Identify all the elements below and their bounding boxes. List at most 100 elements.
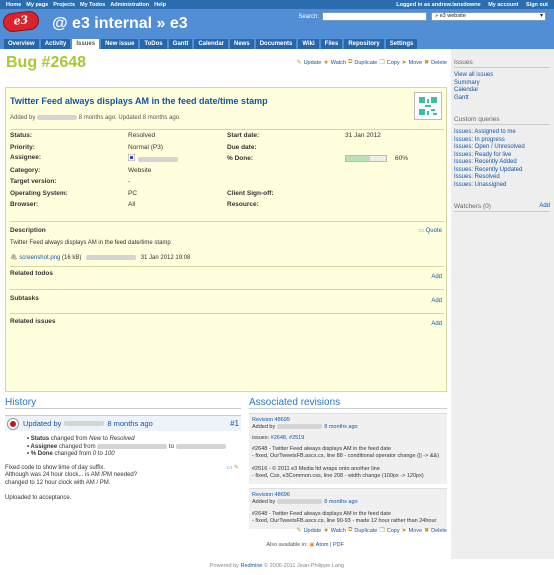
attribute-label: Target version: <box>10 178 57 186</box>
top-menu-item-home[interactable]: Home <box>6 2 21 8</box>
revision-added-label: Added by <box>252 424 276 430</box>
related-issues-divider <box>10 313 444 314</box>
assignee-name-blurred[interactable] <box>138 157 178 163</box>
revision-link[interactable]: Revision 48695 <box>252 417 444 424</box>
attribute-label: Operating System: <box>10 189 68 197</box>
revision-issue-links[interactable]: #2648, #2519 <box>271 435 305 441</box>
sidebar-query-link[interactable]: Issues: Recently Updated <box>454 167 550 175</box>
sign-out-link[interactable]: Sign out <box>526 2 548 8</box>
copy-link[interactable]: Copy <box>387 528 400 534</box>
update-icon: ✎ <box>296 60 302 66</box>
revision-list: Revision 48695 Added by 8 months ago issues… <box>249 413 447 529</box>
top-menu-item-help[interactable]: Help <box>154 2 166 8</box>
tab-overview[interactable]: Overview <box>4 39 39 49</box>
revision-author-blurred[interactable] <box>277 424 323 430</box>
journal-header: Updated by 8 months ago #1 <box>5 415 241 431</box>
delete-link[interactable]: Delete <box>431 528 447 534</box>
add-subtask-link[interactable]: Add <box>431 298 442 304</box>
tab-todos[interactable]: ToDos <box>140 39 167 49</box>
add-related-todo-link[interactable]: Add <box>431 274 442 280</box>
revision-link[interactable]: Revision 48696 <box>252 492 444 499</box>
history-title: History <box>5 397 37 408</box>
edit-note-icon[interactable]: ✎ <box>234 465 239 471</box>
sidebar-queries-title: Custom queries <box>454 116 550 125</box>
attributes-table: Status: Resolved Start date: 31 Jan 2012 Pri… <box>10 129 444 211</box>
quote-note-icon[interactable]: ▭ <box>227 465 233 471</box>
footer-prefix: Powered by <box>209 563 239 569</box>
sidebar-query-link[interactable]: Issues: Recently Added <box>454 159 550 167</box>
duplicate-link[interactable]: Duplicate <box>354 528 377 534</box>
journal-number[interactable]: #1 <box>230 419 239 428</box>
issue-actions-bottom: ✎ Update ★ Watch ⧉ Duplicate ❐ Copy ➤ Move ✖ Delete <box>297 527 447 534</box>
tab-documents[interactable]: Documents <box>255 39 297 49</box>
move-link[interactable]: Move <box>409 60 422 66</box>
revision-author-blurred[interactable] <box>277 499 323 505</box>
delete-link[interactable]: Delete <box>431 60 447 66</box>
update-link[interactable]: Update <box>304 528 322 534</box>
revision-issues-label: issues: <box>252 435 271 441</box>
top-menu-item-my-page[interactable]: My page <box>26 2 48 8</box>
logged-in-text: Logged in as andrew.lansdowne <box>396 2 481 8</box>
move-link[interactable]: Move <box>409 528 422 534</box>
tab-settings[interactable]: Settings <box>385 39 418 49</box>
tab-new-issue[interactable]: New issue <box>101 39 139 49</box>
tab-files[interactable]: Files <box>320 39 343 49</box>
add-watcher-link[interactable]: Add <box>539 203 550 210</box>
tab-calendar[interactable]: Calendar <box>194 39 229 49</box>
atom-link[interactable]: Atom <box>316 542 329 548</box>
attribute-value: 60% <box>345 155 408 162</box>
redmine-link[interactable]: Redmine <box>240 563 262 569</box>
pdf-link[interactable]: PDF <box>333 542 344 548</box>
tab-issues[interactable]: Issues <box>72 39 100 49</box>
top-menu-item-my-todos[interactable]: My Todos <box>80 2 105 8</box>
added-prefix: Added by <box>10 115 36 122</box>
sidebar-query-link[interactable]: Issues: Assigned to me <box>454 129 550 137</box>
author-name-blurred[interactable] <box>37 115 78 120</box>
search-input[interactable] <box>322 12 427 21</box>
watchers-title: Watchers (0) Add <box>454 203 550 212</box>
sidebar-link-summary[interactable]: Summary <box>454 80 550 88</box>
duplicate-link[interactable]: Duplicate <box>354 60 377 66</box>
sidebar-query-link[interactable]: Issues: In progress <box>454 137 550 145</box>
top-menu-item-administration[interactable]: Administration <box>110 2 149 8</box>
attachment-link[interactable]: screenshot.png <box>19 255 60 261</box>
header: e3 @ e3 internal » e3 Search: » e3 websi… <box>0 9 554 37</box>
also-available-label: Also available in: <box>266 542 308 548</box>
sidebar-query-link[interactable]: Issues: Ready for live <box>454 152 550 160</box>
sidebar-issues-group: Issues View all issues Summary Calendar Gan… <box>454 59 550 102</box>
attribute-label: % Done: <box>227 155 253 163</box>
tab-repository[interactable]: Repository <box>344 39 384 49</box>
add-related-issue-link[interactable]: Add <box>431 321 442 327</box>
attribute-cell: Start date: 31 Jan 2012 <box>227 132 444 139</box>
detail-to: 100 <box>104 451 115 458</box>
delete-icon: ✖ <box>424 528 430 534</box>
attribute-row: Target version: - <box>10 176 444 188</box>
revision-ago[interactable]: 8 months ago <box>324 499 357 505</box>
my-account-link[interactable]: My account <box>488 2 518 8</box>
attribute-cell: Target version: - <box>10 178 227 185</box>
sidebar-query-link[interactable]: Issues: Unassigned <box>454 182 550 190</box>
top-menu-item-projects[interactable]: Projects <box>53 2 75 8</box>
copy-link[interactable]: Copy <box>387 60 400 66</box>
attribute-label: Client Sign-off: <box>227 189 274 197</box>
watch-link[interactable]: Watch <box>331 528 346 534</box>
tab-wiki[interactable]: Wiki <box>298 39 319 49</box>
sidebar-link-calendar[interactable]: Calendar <box>454 87 550 95</box>
revision-ago[interactable]: 8 months ago <box>324 424 357 430</box>
attribute-value: All <box>128 201 136 209</box>
journal-ago[interactable]: 8 months ago <box>107 419 152 428</box>
sidebar-link-gantt[interactable]: Gantt <box>454 95 550 103</box>
journal-author-blurred[interactable] <box>64 421 105 426</box>
tab-news[interactable]: News <box>230 39 254 49</box>
project-jump-select[interactable]: » e3 website <box>431 12 546 21</box>
sidebar-query-link[interactable]: Issues: Resolved <box>454 174 550 182</box>
detail-field: % Done <box>30 451 53 458</box>
watch-link[interactable]: Watch <box>331 60 346 66</box>
update-link[interactable]: Update <box>304 60 322 66</box>
tab-activity[interactable]: Activity <box>40 39 71 49</box>
attribute-value: 31 Jan 2012 <box>345 132 381 140</box>
tab-gantt[interactable]: Gantt <box>168 39 193 49</box>
quote-button[interactable]: ▭ Quote <box>418 227 442 234</box>
sidebar-link-view-all-issues[interactable]: View all issues <box>454 72 550 80</box>
sidebar-query-link[interactable]: Issues: Open / Unresolved <box>454 144 550 152</box>
